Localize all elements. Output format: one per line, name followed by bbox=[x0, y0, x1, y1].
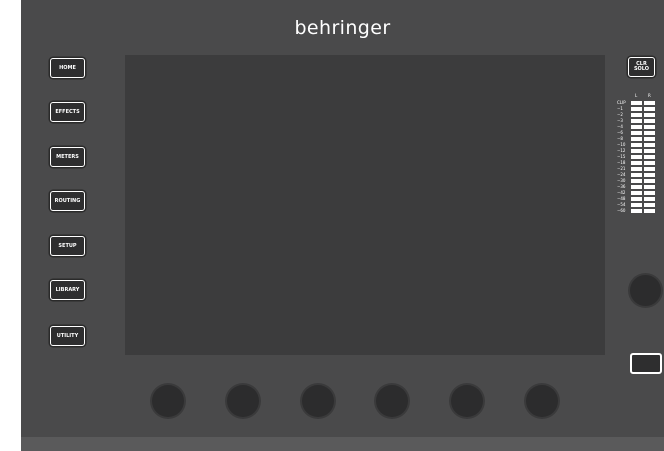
meter-segment-right bbox=[644, 101, 655, 105]
meter-segment-left bbox=[631, 185, 642, 189]
meter-segment-right bbox=[644, 197, 655, 201]
main-display[interactable] bbox=[125, 55, 605, 355]
setup-button[interactable]: SETUP bbox=[50, 236, 85, 256]
meter-segment-right bbox=[644, 203, 655, 207]
clr-solo-label-line2: SOLO bbox=[633, 66, 650, 72]
meter-segment-right bbox=[644, 209, 655, 213]
meter-segment-right bbox=[644, 179, 655, 183]
meter-segment-left bbox=[631, 149, 642, 153]
clr-solo-button[interactable]: CLR SOLO bbox=[628, 57, 655, 77]
meter-segment-right bbox=[644, 161, 655, 165]
meter-segment-left bbox=[631, 209, 642, 213]
screen-knob-4[interactable] bbox=[376, 385, 408, 417]
meter-segment-right bbox=[644, 149, 655, 153]
meter-segment-right bbox=[644, 167, 655, 171]
screen-knob-2[interactable] bbox=[227, 385, 259, 417]
meter-segment-right bbox=[644, 143, 655, 147]
screen-knob-1[interactable] bbox=[152, 385, 184, 417]
meter-segment-right bbox=[644, 125, 655, 129]
routing-button[interactable]: ROUTING bbox=[50, 191, 85, 211]
library-button[interactable]: LIBRARY bbox=[50, 280, 85, 300]
meter-segment-left bbox=[631, 179, 642, 183]
meter-segment-right bbox=[644, 173, 655, 177]
meter-segment-left bbox=[631, 167, 642, 171]
meter-segment-left bbox=[631, 197, 642, 201]
meter-segment-right bbox=[644, 191, 655, 195]
meter-segment-left bbox=[631, 101, 642, 105]
meter-segment-left bbox=[631, 137, 642, 141]
meter-segment-left bbox=[631, 125, 642, 129]
meter-header: L R bbox=[617, 92, 663, 100]
encoder-button[interactable] bbox=[630, 353, 662, 374]
meter-segment-left bbox=[631, 191, 642, 195]
brand-logo: behringer bbox=[294, 17, 391, 39]
meter-segment-right bbox=[644, 113, 655, 117]
meter-scale-label: −60 bbox=[617, 208, 626, 213]
meter-segment-right bbox=[644, 119, 655, 123]
meter-segment-left bbox=[631, 203, 642, 207]
meter-segment-left bbox=[631, 119, 642, 123]
meter-segment-left bbox=[631, 131, 642, 135]
meter-rows: CLIP −1 −2 −3 −4 −6 −8 −10 −12 −15 −18 −21 −24 −30 −36… bbox=[617, 100, 663, 214]
rotary-encoder-knob[interactable] bbox=[630, 275, 661, 306]
mixer-panel: behringer HOME EFFECTS METERS ROUTING SE… bbox=[21, 0, 664, 451]
meter-segment-right bbox=[644, 107, 655, 111]
meter-segment-left bbox=[631, 161, 642, 165]
home-button[interactable]: HOME bbox=[50, 58, 85, 78]
bottom-strip bbox=[21, 437, 664, 451]
screen-knob-5[interactable] bbox=[451, 385, 483, 417]
meter-channel-right-label: R bbox=[648, 93, 651, 98]
meter-segment-right bbox=[644, 137, 655, 141]
meter-segment-left bbox=[631, 107, 642, 111]
level-meter: L R CLIP −1 −2 −3 −4 −6 −8 −10 −12 −15 −18 −21 −24 −3… bbox=[617, 92, 663, 214]
meter-segment-left bbox=[631, 173, 642, 177]
meters-button[interactable]: METERS bbox=[50, 147, 85, 167]
meter-segment-left bbox=[631, 113, 642, 117]
meter-segment-right bbox=[644, 185, 655, 189]
meter-channel-left-label: L bbox=[635, 93, 638, 98]
meter-segment-right bbox=[644, 131, 655, 135]
meter-segment-right bbox=[644, 155, 655, 159]
utility-button[interactable]: UTILITY bbox=[50, 326, 85, 346]
effects-button[interactable]: EFFECTS bbox=[50, 102, 85, 122]
meter-row: −60 bbox=[617, 208, 663, 214]
meter-segment-left bbox=[631, 143, 642, 147]
screen-knob-6[interactable] bbox=[526, 385, 558, 417]
screen-knob-3[interactable] bbox=[302, 385, 334, 417]
meter-segment-left bbox=[631, 155, 642, 159]
